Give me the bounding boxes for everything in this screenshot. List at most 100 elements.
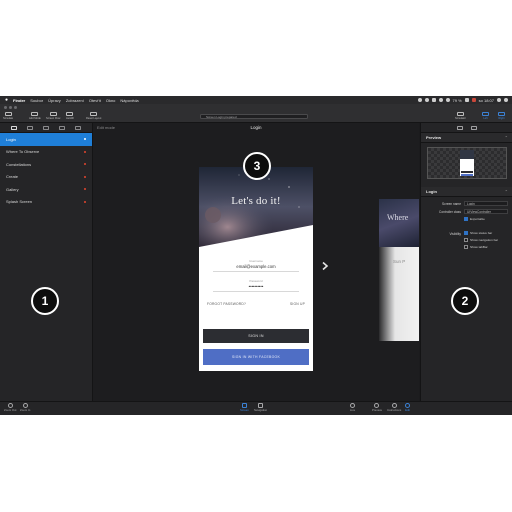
sidebar-item-where-to-observe[interactable]: Where To Observe [0,146,92,159]
flag-icon[interactable] [471,98,476,102]
reset-layout-button[interactable]: Reset Layout [86,112,101,121]
menu-soubor[interactable]: Soubor [30,98,43,103]
preview-facebook [461,173,473,176]
live-button[interactable]: Live [350,403,355,412]
username-label: Username [249,259,263,263]
show-status-bar-checkbox[interactable] [464,231,468,235]
controller-class-row: Controller class UIViewController [421,209,512,215]
status-icon[interactable] [431,98,436,102]
canvas-title: Login [250,125,262,130]
preview-section-header[interactable]: Preview ⌃ [421,133,512,143]
show-navigation-bar-label: Show navigation bar [470,238,499,242]
left-panel-toggle[interactable]: Left [482,112,489,121]
sidebar-item-label: Where To Observe [6,149,40,155]
assets-tab-icon[interactable] [27,125,33,130]
status-search-field[interactable]: Screen Login prepared [200,114,308,119]
code-tab-icon[interactable] [457,125,463,130]
main-toolbar: Simulate Add Mode Screen Flow Autofill R… [0,111,512,123]
minimize-window-button[interactable] [9,105,12,109]
right-panel-toggle[interactable]: Right [498,112,505,121]
sidebar-item-label: Login [6,136,16,142]
preview-thumbnail [427,147,507,179]
apple-menu-icon[interactable]: ● [4,97,9,103]
menu-okno[interactable]: Okno [106,98,116,103]
callout-badge-1: 1 [31,287,59,315]
chevron-right-icon[interactable] [320,261,330,271]
exportable-checkbox[interactable] [464,217,468,221]
simulator-button[interactable]: Simulator [455,112,466,121]
sign-in-button[interactable]: SIGN IN [203,329,309,343]
app-window: ● Finder Soubor Úpravy Zobrazení Otevřít… [0,96,512,415]
zoom-window-button[interactable] [14,105,17,109]
chevron-up-icon[interactable]: ⌃ [505,135,508,140]
components-tab-icon[interactable] [43,125,49,130]
system-menu-bar: ● Finder Soubor Úpravy Zobrazení Otevřít… [0,96,512,104]
simulate-button[interactable]: Simulate [3,112,13,121]
screen-name-row: Screen name Login [421,201,512,207]
divider [213,291,299,292]
status-icon[interactable] [417,98,422,102]
login-screen-mockup[interactable]: Let's do it! Username email@example.com … [199,167,313,371]
design-canvas[interactable]: Edit mode Login Let's do it! Username em… [93,123,419,415]
sidebar-item-label: Gallery [6,186,19,192]
sidebar-item-constellations[interactable]: Constellations [0,158,92,171]
add-mode-button[interactable]: Add Mode [29,112,41,121]
menu-upravy[interactable]: Úpravy [48,98,61,103]
close-window-button[interactable] [4,105,7,109]
show-tabbar-checkbox[interactable] [464,245,468,249]
data-tab-icon[interactable] [75,125,81,130]
status-dot [83,188,86,191]
autofill-button[interactable]: Autofill [66,112,74,121]
menu-icon[interactable] [504,98,508,102]
exportable-label: Exportable [470,217,485,221]
canvas-header: Edit mode Login [93,123,419,132]
password-field[interactable]: •••••••••• [199,284,313,289]
wifi-icon[interactable] [438,98,443,102]
search-icon[interactable] [497,98,501,102]
preview-button[interactable]: Preview [372,403,382,412]
hero-title: Let's do it! [231,195,281,207]
flows-tab-icon[interactable] [59,125,65,130]
next-screen-preview[interactable]: Where Sun P [379,199,419,341]
properties-tab-icon[interactable] [471,125,477,130]
battery-percent: 79 % [452,97,462,103]
screen-flow-button[interactable]: Screen Flow [46,112,60,121]
menu-napoveda[interactable]: Nápověda [120,98,138,103]
forgot-password-link[interactable]: FORGOT PASSWORD? [207,302,246,306]
navigation-view-button[interactable]: Navigation [254,403,267,412]
bottom-toolbar: Zoom Out Zoom In Screen Navigation Live … [0,401,512,415]
battery-icon[interactable] [464,98,469,102]
facebook-sign-in-button[interactable]: SIGN IN WITH FACEBOOK [203,349,309,365]
clock[interactable]: so 18:07 [479,98,494,103]
edit-button[interactable]: Edit [405,403,410,412]
sidebar-item-login[interactable]: Login [0,133,92,146]
menu-app-finder[interactable]: Finder [13,98,25,103]
instructions-button[interactable]: Instructions [387,403,401,412]
section-label: Login [426,189,437,194]
sign-up-link[interactable]: SIGN UP [290,302,305,306]
status-dot [83,163,86,166]
status-dot [83,138,86,141]
screen-view-button[interactable]: Screen [240,403,249,412]
sidebar-item-splash-screen[interactable]: Splash Screen [0,196,92,209]
volume-icon[interactable] [445,98,450,102]
screen-name-label: Screen name [442,202,461,206]
left-panel-icon [482,112,489,116]
status-icon[interactable] [424,98,429,102]
zoom-out-button[interactable]: Zoom Out [4,403,16,412]
show-navigation-bar-checkbox[interactable] [464,238,468,242]
zoom-in-button[interactable]: Zoom In [20,403,30,412]
username-field[interactable]: email@example.com [199,264,313,269]
menu-otevrit[interactable]: Otevřít [89,98,101,103]
visibility-label: Visibility [449,232,461,236]
login-section-header[interactable]: Login ⌃ [421,187,512,197]
sidebar-item-gallery[interactable]: Gallery [0,183,92,196]
chevron-up-icon[interactable]: ⌃ [505,189,508,194]
screens-tab-icon[interactable] [11,125,17,130]
preview-hero [460,150,474,159]
controller-class-input[interactable]: UIViewController [464,209,508,214]
menu-zobrazeni[interactable]: Zobrazení [66,98,84,103]
screen-name-input[interactable]: Login [464,201,508,206]
inspector-panel: Preview ⌃ Login ⌃ Screen name Login Cont… [420,123,512,401]
sidebar-item-create[interactable]: Create [0,171,92,184]
